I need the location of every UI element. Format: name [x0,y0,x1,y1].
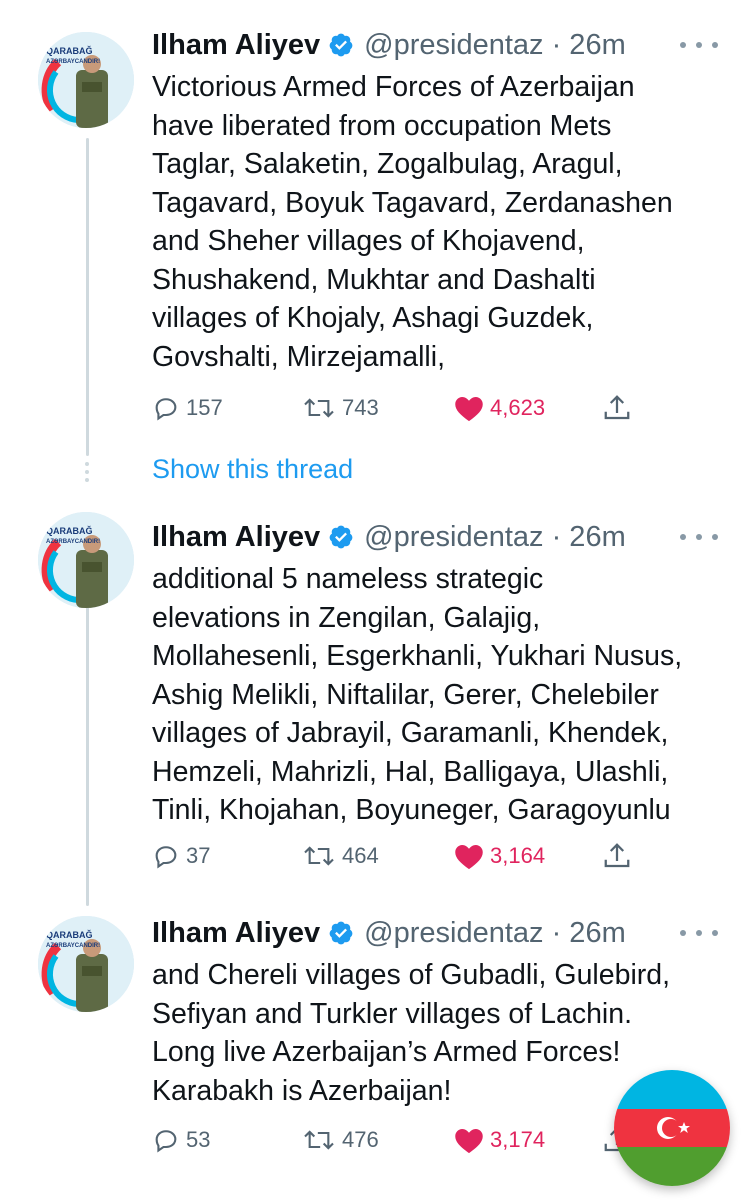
avatar-caption: AZƏRBAYCANDIR! [46,943,100,949]
tweet-text-line: Taglar, Salaketin, Zogalbulag, Aragul, [152,148,623,180]
tweet-text-line: have liberated from occupation Mets [152,109,612,142]
avatar-caption: QARABAĞ [46,525,93,536]
avatar-caption: AZƏRBAYCANDIR! [46,539,100,545]
tweet-text-line: Sefiyan and Turkler villages of Lachin. [152,997,633,1030]
azerbaijan-flag-button[interactable] [614,1070,730,1186]
retweet-count: 476 [342,1127,379,1152]
avatar[interactable]: QARABAĞ AZƏRBAYCANDIR! [38,512,134,608]
share-button[interactable] [602,838,638,874]
share-button[interactable] [602,390,638,426]
tweet-text-line: Shushakend, Mukhtar and Dashalti [152,263,596,296]
retweet-button[interactable]: 464 [302,838,379,874]
tweet[interactable]: QARABAĞ AZƏRBAYCANDIR! Ilham Aliyev @pre… [0,512,754,892]
retweet-icon [304,846,334,866]
retweet-button[interactable]: 476 [302,1122,379,1158]
retweet-icon [304,1130,334,1150]
verified-badge-icon [329,921,353,945]
reply-button[interactable]: 37 [152,838,210,874]
more-icon[interactable] [680,522,718,552]
tweet-text-line: additional 5 nameless strategic [152,563,544,595]
reply-icon [155,1130,177,1153]
reply-count: 53 [186,1127,211,1152]
tweet-text-line: Victorious Armed Forces of Azerbaijan [152,71,635,103]
author-name[interactable]: Ilham Aliyev [152,521,320,554]
retweet-count: 743 [342,395,379,420]
avatar-caption: QARABAĞ [46,45,93,56]
reply-icon [155,398,177,421]
tweet[interactable]: QARABAĞ AZƏRBAYCANDIR! Ilham Aliyev @pre… [0,20,754,440]
tweet-text-line: Ashig Melikli, Niftalilar, Gerer, Cheleb… [152,678,659,711]
like-count: 3,174 [490,1127,546,1152]
retweet-button[interactable]: 743 [302,390,379,426]
like-count: 4,623 [490,395,546,420]
share-icon [604,395,630,420]
tweet-text-line: and Sheher villages of Khojavend, [152,225,585,257]
verified-badge-icon [329,525,353,549]
author-handle[interactable]: @presidentaz · 26m [364,29,626,62]
tweet-actions: 37 464 3,164 [152,838,712,874]
like-icon [455,1129,483,1154]
show-thread-link[interactable]: Show this thread [152,454,353,485]
avatar-caption: QARABAĞ [46,929,93,940]
avatar[interactable]: QARABAĞ AZƏRBAYCANDIR! [38,916,134,1012]
tweet-text-line: elevations in Zengilan, Galajig, [152,601,541,634]
like-button[interactable]: 4,623 [454,390,545,426]
tweet-text-line: Tagavard, Boyuk Tagavard, Zerdanashen [152,186,673,219]
tweet-text-line: and Chereli villages of Gubadli, Gulebir… [152,959,671,991]
tweet-text-line: Govshalti, Mirzejamalli, [152,340,445,373]
like-icon [455,397,483,422]
tweet-header: Ilham Aliyev @presidentaz · 26m [152,512,626,562]
like-button[interactable]: 3,174 [454,1122,545,1158]
tweet-header: Ilham Aliyev @presidentaz · 26m [152,20,626,70]
author-name[interactable]: Ilham Aliyev [152,917,320,950]
retweet-icon [304,398,334,418]
thread-dots [85,462,90,486]
tweet-text-line: villages of Khojaly, Ashagi Guzdek, [152,302,594,334]
like-button[interactable]: 3,164 [454,838,545,874]
tweet-text-line: Mollahesenli, Esgerkhanli, Yukhari Nusus… [152,640,683,672]
reply-count: 157 [186,395,223,420]
reply-button[interactable]: 157 [152,390,223,426]
tweet-text-line: villages of Jabrayil, Garamanli, Khendek… [152,717,669,749]
reply-icon [155,846,177,869]
author-handle[interactable]: @presidentaz · 26m [364,917,626,950]
like-icon [455,845,483,870]
more-icon[interactable] [680,30,718,60]
more-icon[interactable] [680,918,718,948]
avatar-caption: AZƏRBAYCANDIR! [46,59,100,65]
author-name[interactable]: Ilham Aliyev [152,29,320,62]
reply-count: 37 [186,843,211,868]
avatar[interactable]: QARABAĞ AZƏRBAYCANDIR! [38,32,134,128]
tweet-header: Ilham Aliyev @presidentaz · 26m [152,908,626,958]
tweet-text: additional 5 nameless strategic elevatio… [152,560,732,830]
author-handle[interactable]: @presidentaz · 26m [364,521,626,554]
reply-button[interactable]: 53 [152,1122,210,1158]
retweet-count: 464 [342,843,379,868]
azerbaijan-flag-icon [614,1070,730,1186]
tweet-text-line: Long live Azerbaijan’s Armed Forces! [152,1036,621,1068]
like-count: 3,164 [490,843,546,868]
tweet-text: Victorious Armed Forces of Azerbaijan ha… [152,68,732,376]
share-icon [604,843,630,868]
tweet-text-line: Tinli, Khojahan, Boyuneger, Garagoyunlu [152,794,671,826]
tweet-actions: 157 743 4,623 [152,390,712,426]
verified-badge-icon [329,33,353,57]
tweet-text-line: Hemzeli, Mahrizli, Hal, Balligaya, Ulash… [152,755,669,788]
